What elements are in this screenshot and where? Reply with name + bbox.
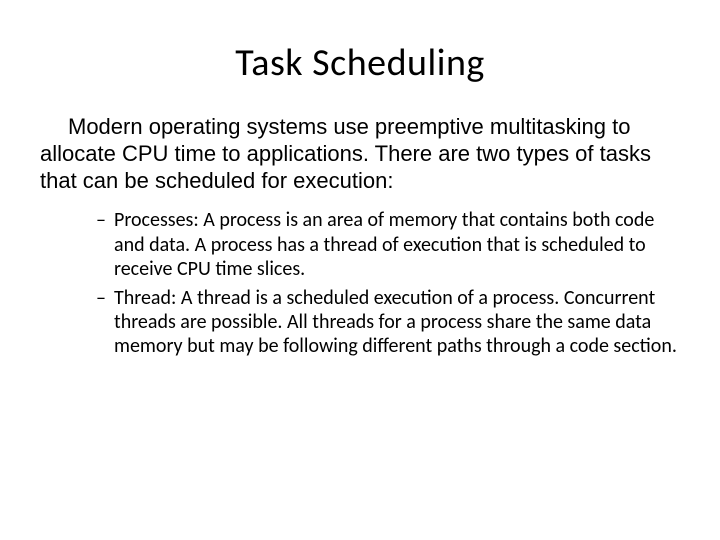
list-item: Processes: A process is an area of memor… [96, 208, 680, 281]
list-item: Thread: A thread is a scheduled executio… [96, 286, 680, 359]
intro-paragraph: Modern operating systems use preemptive … [40, 114, 680, 194]
slide-title: Task Scheduling [40, 40, 680, 86]
bullet-list: Processes: A process is an area of memor… [40, 208, 680, 358]
intro-text: Modern operating systems use preemptive … [40, 114, 651, 193]
slide: Task Scheduling Modern operating systems… [0, 0, 720, 540]
